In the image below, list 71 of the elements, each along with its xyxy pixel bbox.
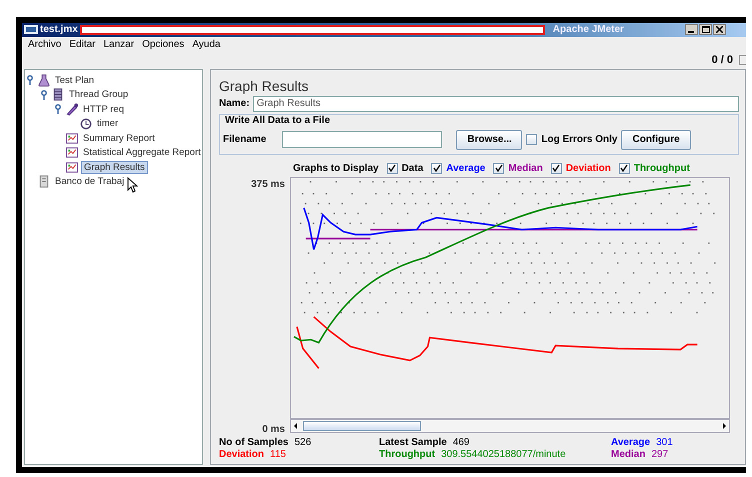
expanded-handle-icon[interactable] [25,75,35,86]
stopwatch-icon [79,117,93,130]
tree-item[interactable]: Statistical Aggregate Report [81,147,203,158]
stat-value: 309.5544025188077/minute [441,448,566,460]
flask-icon [37,74,51,87]
tree-item[interactable]: HTTP req [81,104,126,115]
checkbox-label: Deviation [566,162,611,174]
name-label: Name: [219,98,250,110]
maximize-icon [702,26,710,34]
checkbox[interactable] [493,162,504,174]
chart-icon [65,160,79,174]
stat-label: Throughput [379,448,436,460]
menu-item[interactable]: Editar [69,38,96,52]
tree-item[interactable]: Banco de Trabaj [53,176,126,188]
checkbox[interactable] [386,162,398,174]
chart-icon [65,132,79,145]
menu-item[interactable]: Opciones [142,38,184,52]
checkbox-label: Log Errors Only [541,134,618,146]
status-icon [739,55,746,66]
stat-label: No of Samples [219,436,288,448]
stat-value: 469 [452,436,470,448]
error-counter: 0 / 0 [712,54,733,66]
filename-field[interactable] [282,131,442,148]
stat-label: Average [611,436,650,448]
spool-icon [51,88,65,102]
window-title: test.jmx [40,24,78,36]
browse-button[interactable]: Browse... [456,130,522,150]
checkbox[interactable] [618,162,630,174]
group-title: Write All Data to a File [223,114,332,126]
axis-label: 375 ms [251,178,285,190]
filename-label: Filename [223,134,266,146]
tree-item[interactable]: timer [95,118,120,130]
scrollbar[interactable] [290,418,730,433]
stat-label: Median [611,448,646,460]
cursor-icon [127,176,138,193]
stat-label: Deviation [219,448,264,460]
axis-label: 0 ms [262,424,285,435]
menu-item[interactable]: Lanzar [103,38,134,52]
tree-item[interactable]: Summary Report [81,132,157,144]
chart-icon [65,146,79,160]
expanded-handle-icon[interactable] [39,90,49,100]
tree-item[interactable]: Graph Results [81,160,148,174]
stat-value: 301 [656,436,673,448]
checkbox[interactable] [550,162,562,174]
close-icon [716,26,723,34]
checkbox-label: Median [508,162,543,174]
name-field[interactable]: Graph Results [252,96,739,112]
stat-value: 115 [270,448,286,460]
stat-value: 297 [651,448,668,460]
checkbox-label: Data [402,162,424,174]
tree-item[interactable]: Thread Group [67,89,130,100]
menu-item[interactable]: Ayuda [192,38,220,52]
checkbox[interactable] [431,162,442,174]
menu-item[interactable]: Archivo [28,38,62,52]
clipboard-icon [37,175,51,188]
app-icon [24,25,38,34]
checkbox[interactable] [526,134,538,146]
stat-label: Latest Sample [379,436,447,448]
minimize-button[interactable] [685,24,698,36]
graphs-label: Graphs to Display [293,162,379,174]
maximize-button[interactable] [699,24,712,36]
configure-button[interactable]: Configure [621,130,691,150]
app-name: Apache JMeter [552,24,625,36]
panel-title: Graph Results [219,78,310,94]
close-button[interactable] [713,24,726,36]
expanded-handle-icon[interactable] [53,104,63,114]
checkbox-label: Throughput [634,162,690,174]
checkbox-label: Average [446,162,486,174]
pipette-icon [65,102,79,116]
tree-item[interactable]: Test Plan [53,74,96,86]
stat-value: 526 [294,436,312,448]
